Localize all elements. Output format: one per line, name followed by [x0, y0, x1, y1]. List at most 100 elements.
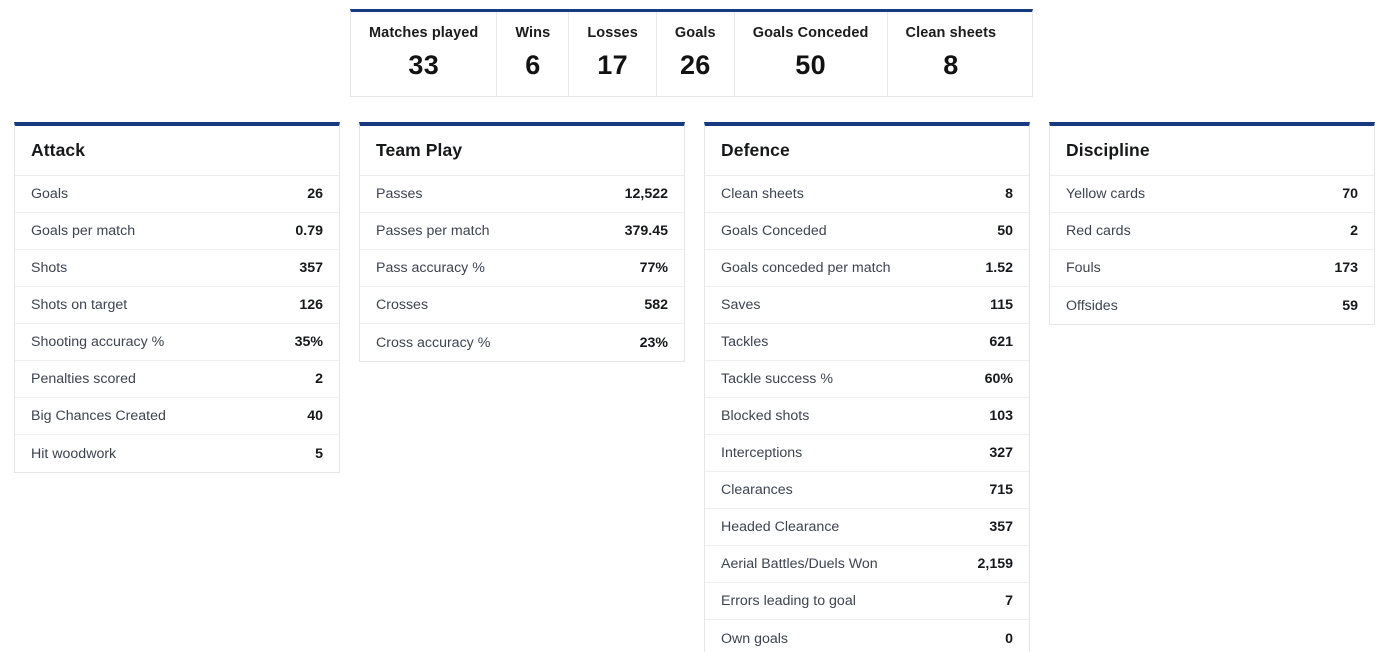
stat-card: Attack Goals 26 Goals per match 0.79 Shots 357…	[14, 122, 340, 473]
stat-row-value: 40	[307, 408, 323, 424]
stat-row-label: Shots	[31, 260, 68, 276]
stat-row-label: Own goals	[721, 630, 789, 647]
summary-stat-cell: Goals 26	[657, 12, 735, 96]
stat-row-value: 60%	[984, 371, 1013, 387]
stat-row: Passes 12,522	[360, 176, 684, 213]
stat-row-value: 5	[315, 445, 323, 462]
stat-row: Tackle success % 60%	[705, 361, 1029, 398]
stat-row-value: 126	[299, 297, 323, 313]
summary-stat-cell: Clean sheets 8	[888, 12, 1015, 96]
stat-row: Hit woodwork 5	[15, 435, 339, 472]
season-summary-bar: Matches played 33 Wins 6 Losses 17 Goals 26 Goal…	[350, 9, 1033, 97]
stat-row-value: 12,522	[624, 186, 668, 202]
stat-row-label: Errors leading to goal	[721, 593, 856, 609]
summary-stat-label: Wins	[515, 25, 551, 41]
summary-stat-label: Clean sheets	[905, 25, 997, 41]
stat-row-value: 26	[307, 186, 323, 202]
stat-row-label: Offsides	[1066, 297, 1118, 314]
stat-row-label: Tackle success %	[721, 371, 833, 387]
stat-row: Shooting accuracy % 35%	[15, 324, 339, 361]
stat-row-value: 357	[299, 260, 323, 276]
stat-row-value: 2	[1350, 223, 1358, 239]
stat-row: Pass accuracy % 77%	[360, 250, 684, 287]
stat-row: Tackles 621	[705, 324, 1029, 361]
summary-stat-value: 6	[525, 49, 541, 80]
stat-row-label: Pass accuracy %	[376, 260, 485, 276]
stat-row-label: Blocked shots	[721, 408, 810, 424]
stat-row-label: Goals per match	[31, 223, 136, 239]
stat-row-value: 35%	[294, 334, 323, 350]
stat-row-label: Clearances	[721, 482, 793, 498]
stat-row-label: Aerial Battles/Duels Won	[721, 556, 878, 572]
stat-row: Passes per match 379.45	[360, 213, 684, 250]
stat-row-label: Red cards	[1066, 223, 1131, 239]
stat-row-label: Goals Conceded	[721, 223, 827, 239]
stat-row-value: 715	[989, 482, 1013, 498]
stat-card: Defence Clean sheets 8 Goals Conceded 50 Goal…	[704, 122, 1030, 652]
summary-stat-label: Goals	[674, 25, 716, 41]
stat-row: Red cards 2	[1050, 213, 1374, 250]
stat-row-label: Crosses	[376, 297, 429, 313]
stat-row-value: 8	[1005, 186, 1013, 202]
stat-row-value: 173	[1334, 260, 1358, 276]
stat-card-header: Discipline	[1050, 126, 1374, 176]
stat-row-value: 1.52	[985, 260, 1013, 276]
stat-row-value: 23%	[639, 334, 668, 351]
stat-row-label: Shooting accuracy %	[31, 334, 165, 350]
stat-row: Yellow cards 70	[1050, 176, 1374, 213]
stat-row: Goals per match 0.79	[15, 213, 339, 250]
stat-row: Goals 26	[15, 176, 339, 213]
stat-row-value: 2,159	[977, 556, 1013, 572]
summary-stat-value: 50	[795, 49, 826, 80]
stat-row: Goals Conceded 50	[705, 213, 1029, 250]
stat-row: Penalties scored 2	[15, 361, 339, 398]
stat-row-label: Shots on target	[31, 297, 128, 313]
stat-row-label: Yellow cards	[1066, 186, 1146, 202]
stat-card-header: Team Play	[360, 126, 684, 176]
stat-cards-container: Attack Goals 26 Goals per match 0.79 Shots 357…	[14, 122, 1383, 652]
stat-row-label: Goals conceded per match	[721, 260, 891, 276]
summary-stat-value: 33	[408, 49, 440, 80]
stat-row-label: Big Chances Created	[31, 408, 166, 424]
stat-row: Aerial Battles/Duels Won 2,159	[705, 546, 1029, 583]
stat-row: Clearances 715	[705, 472, 1029, 509]
stat-row-label: Headed Clearance	[721, 519, 840, 535]
stat-row-value: 0.79	[295, 223, 323, 239]
stat-row-value: 50	[997, 223, 1013, 239]
stat-row: Headed Clearance 357	[705, 509, 1029, 546]
stat-row-value: 357	[989, 519, 1013, 535]
stat-row-value: 379.45	[624, 223, 668, 239]
stat-row-value: 70	[1342, 186, 1358, 202]
club-stats-page: Matches played 33 Wins 6 Losses 17 Goals 26 Goal…	[0, 0, 1397, 652]
stat-row-label: Hit woodwork	[31, 445, 117, 462]
stat-row-label: Tackles	[721, 334, 769, 350]
stat-row-label: Goals	[31, 186, 69, 202]
stat-row-value: 59	[1342, 297, 1358, 314]
stat-row-value: 327	[989, 445, 1013, 461]
stat-row: Shots 357	[15, 250, 339, 287]
stat-card-title: Defence	[721, 140, 790, 160]
summary-stat-cell: Matches played 33	[351, 12, 498, 96]
stat-row: Saves 115	[705, 287, 1029, 324]
stat-row: Fouls 173	[1050, 250, 1374, 287]
summary-stat-label: Goals Conceded	[752, 25, 869, 41]
stat-card-header: Attack	[15, 126, 339, 176]
stat-row-value: 77%	[639, 260, 668, 276]
stat-card-header: Defence	[705, 126, 1029, 176]
stat-row: Shots on target 126	[15, 287, 339, 324]
stat-card: Discipline Yellow cards 70 Red cards 2 Fouls 1…	[1049, 122, 1375, 325]
stat-row-label: Penalties scored	[31, 371, 136, 387]
stat-row: Interceptions 327	[705, 435, 1029, 472]
stat-row: Cross accuracy % 23%	[360, 324, 684, 361]
summary-stat-cell: Losses 17	[569, 12, 657, 96]
stat-row: Blocked shots 103	[705, 398, 1029, 435]
stat-row-label: Interceptions	[721, 445, 803, 461]
stat-row-label: Passes per match	[376, 223, 490, 239]
summary-stat-value: 26	[679, 49, 711, 80]
stat-row-label: Fouls	[1066, 260, 1101, 276]
stat-card-title: Attack	[31, 140, 86, 160]
stat-row: Own goals 0	[705, 620, 1029, 652]
stat-row: Clean sheets 8	[705, 176, 1029, 213]
stat-card-title: Team Play	[376, 140, 463, 160]
stat-card: Team Play Passes 12,522 Passes per match 379…	[359, 122, 685, 362]
